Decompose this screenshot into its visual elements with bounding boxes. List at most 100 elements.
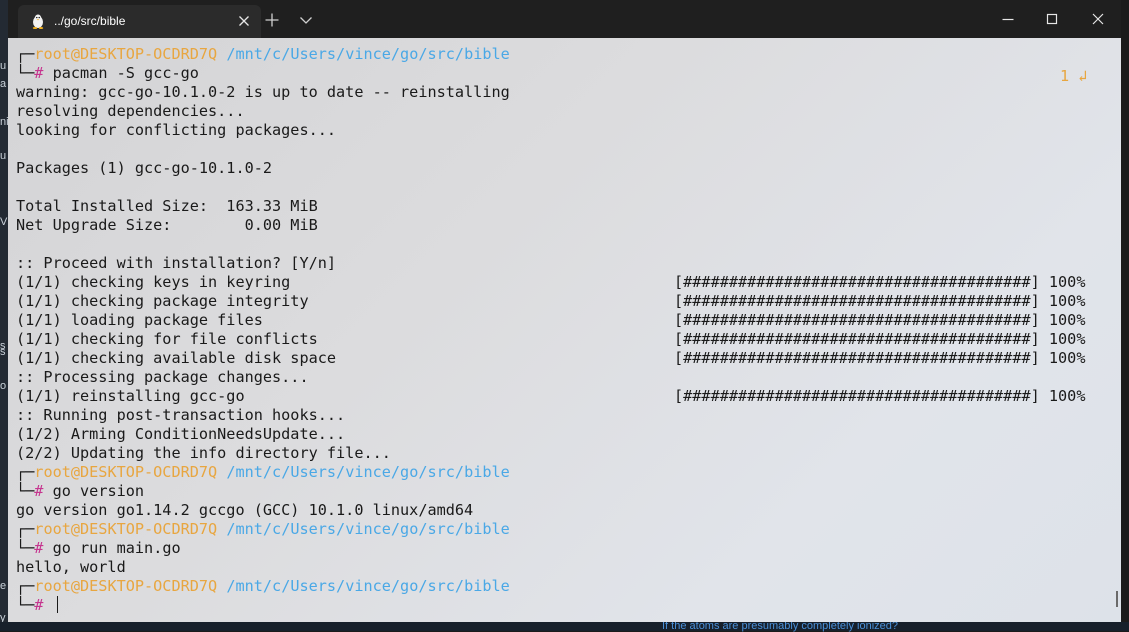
output-text: :: Proceed with installation? [Y/n]	[16, 254, 337, 272]
background-text-fragment: u	[0, 60, 7, 72]
progress-bar-text: [######################################]…	[674, 349, 1086, 367]
output-line: resolving dependencies...	[16, 102, 510, 121]
progress-bar-text: [######################################]…	[674, 273, 1086, 291]
terminal-window: ../go/src/bible ┌─root@DESKTOP-OCDRD7Q /…	[8, 0, 1121, 622]
text-cursor[interactable]	[56, 596, 58, 613]
prompt-path: /mnt/c/Users/vince/go/src/bible	[226, 45, 510, 63]
prompt-symbol: #	[34, 596, 44, 614]
output-text: (2/2) Updating the info directory file..…	[16, 444, 391, 462]
prompt-command-line: └─#	[16, 596, 510, 615]
close-tab-icon[interactable]	[236, 13, 252, 29]
output-text: (1/1) checking for file conflicts	[16, 330, 318, 348]
output-line: :: Processing package changes...	[16, 368, 510, 387]
background-text-fragment: V	[0, 216, 8, 228]
output-line: looking for conflicting packages...	[16, 121, 510, 140]
prompt-command-line: └─# go run main.go	[16, 539, 510, 558]
output-line: go version go1.14.2 gccgo (GCC) 10.1.0 l…	[16, 501, 510, 520]
prompt-user-host: root@DESKTOP-OCDRD7Q	[34, 520, 218, 538]
output-text: :: Running post-transaction hooks...	[16, 406, 346, 424]
prompt-header-line: ┌─root@DESKTOP-OCDRD7Q /mnt/c/Users/vinc…	[16, 577, 510, 596]
output-text: looking for conflicting packages...	[16, 121, 337, 139]
new-tab-icon[interactable]	[264, 12, 280, 28]
prompt-bracket: ┌─	[16, 45, 35, 63]
prompt-bracket: └─	[16, 482, 35, 500]
prompt-header-line: ┌─root@DESKTOP-OCDRD7Q /mnt/c/Users/vinc…	[16, 45, 510, 64]
background-window-bottom	[0, 622, 1129, 631]
output-text: (1/1) checking package integrity	[16, 292, 309, 310]
prompt-bracket: ┌─	[16, 577, 35, 595]
prompt-header-line: ┌─root@DESKTOP-OCDRD7Q /mnt/c/Users/vinc…	[16, 463, 510, 482]
tab-title: ../go/src/bible	[54, 14, 126, 28]
tab-active[interactable]: ../go/src/bible	[18, 5, 261, 38]
output-text: (1/1) checking keys in keyring	[16, 273, 291, 291]
output-line: (1/1) checking available disk space [####…	[16, 349, 1085, 368]
background-window-edge: u a ni u Vs s o e y	[0, 0, 9, 631]
terminal-output: ┌─root@DESKTOP-OCDRD7Q /mnt/c/Users/vinc…	[16, 45, 1085, 615]
progress-bar-text: [######################################]…	[674, 311, 1086, 329]
output-text: (1/1) checking available disk space	[16, 349, 337, 367]
background-text-fragment: e	[0, 580, 7, 592]
prompt-bracket: ┌─	[16, 463, 35, 481]
output-text: hello, world	[16, 558, 126, 576]
prompt-user-host: root@DESKTOP-OCDRD7Q	[34, 45, 218, 63]
command-text: go run main.go	[52, 539, 181, 557]
prompt-header-line: ┌─root@DESKTOP-OCDRD7Q /mnt/c/Users/vinc…	[16, 520, 510, 539]
output-line: (1/1) checking for file conflicts [######…	[16, 330, 1085, 349]
prompt-symbol: #	[34, 482, 44, 500]
output-line: (2/2) Updating the info directory file..…	[16, 444, 510, 463]
progress-bar-text: [######################################]…	[674, 387, 1086, 405]
output-text: (1/1) loading package files	[16, 311, 263, 329]
output-text: (1/1) reinstalling gcc-go	[16, 387, 245, 405]
background-text-fragment: u	[0, 150, 7, 162]
output-text: Packages (1) gcc-go-10.1.0-2	[16, 159, 273, 177]
output-line: :: Proceed with installation? [Y/n]	[16, 254, 510, 273]
prompt-command-line: └─# go version	[16, 482, 510, 501]
background-text-fragment: a	[0, 78, 7, 90]
output-text: warning: gcc-go-10.1.0-2 is up to date -…	[16, 83, 510, 101]
minimize-icon[interactable]	[1000, 11, 1016, 27]
output-line: (1/1) checking keys in keyring [#########…	[16, 273, 1085, 292]
output-line: (1/2) Arming ConditionNeedsUpdate...	[16, 425, 510, 444]
output-line: warning: gcc-go-10.1.0-2 is up to date -…	[16, 83, 510, 102]
prompt-path: /mnt/c/Users/vince/go/src/bible	[226, 463, 510, 481]
prompt-bracket: └─	[16, 539, 35, 557]
prompt-bracket: └─	[16, 64, 35, 82]
output-text: (1/2) Arming ConditionNeedsUpdate...	[16, 425, 346, 443]
progress-bar-text: [######################################]…	[674, 292, 1086, 310]
right-prompt-indicator: 1 ↲	[1060, 67, 1088, 85]
command-text: pacman -S gcc-go	[52, 64, 199, 82]
prompt-path: /mnt/c/Users/vince/go/src/bible	[226, 577, 510, 595]
prompt-path: /mnt/c/Users/vince/go/src/bible	[226, 520, 510, 538]
output-line: Total Installed Size: 163.33 MiB	[16, 197, 510, 216]
command-text: go version	[52, 482, 145, 500]
progress-bar-text: [######################################]…	[674, 330, 1086, 348]
output-line: :: Running post-transaction hooks...	[16, 406, 510, 425]
output-text: :: Processing package changes...	[16, 368, 309, 386]
output-text: resolving dependencies...	[16, 102, 245, 120]
output-text: Total Installed Size: 163.33 MiB	[16, 197, 318, 215]
prompt-symbol: #	[34, 539, 44, 557]
prompt-bracket: ┌─	[16, 520, 35, 538]
scrollbar-thumb[interactable]	[1116, 591, 1118, 607]
prompt-bracket: └─	[16, 596, 35, 614]
chevron-down-icon[interactable]	[298, 12, 314, 28]
close-window-icon[interactable]	[1090, 11, 1106, 27]
output-line: (1/1) reinstalling gcc-go [##############…	[16, 387, 1085, 406]
prompt-user-host: root@DESKTOP-OCDRD7Q	[34, 463, 218, 481]
output-text: Net Upgrade Size: 0.00 MiB	[16, 216, 318, 234]
maximize-icon[interactable]	[1044, 11, 1060, 27]
output-line: hello, world	[16, 558, 510, 577]
background-text-fragment: o	[0, 380, 7, 392]
output-line: Packages (1) gcc-go-10.1.0-2	[16, 159, 510, 178]
title-bar[interactable]: ../go/src/bible	[8, 0, 1121, 38]
output-line: (1/1) checking package integrity [#######…	[16, 292, 1085, 311]
output-line: (1/1) loading package files [############…	[16, 311, 1085, 330]
linux-penguin-icon	[32, 14, 44, 29]
terminal-content[interactable]: ┌─root@DESKTOP-OCDRD7Q /mnt/c/Users/vinc…	[8, 38, 1121, 622]
background-text-fragment: s	[0, 346, 6, 358]
output-line: Net Upgrade Size: 0.00 MiB	[16, 216, 510, 235]
prompt-command-line: └─# pacman -S gcc-go	[16, 64, 510, 83]
